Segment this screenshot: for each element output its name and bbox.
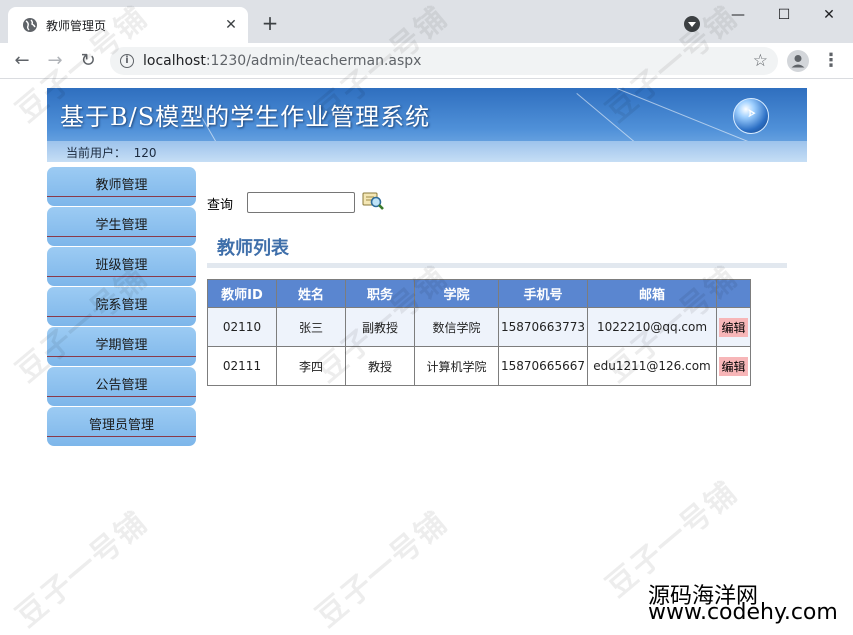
minimize-button[interactable]: — [715, 0, 761, 32]
table-header-row: 教师ID 姓名 职务 学院 手机号 邮箱 [207, 279, 751, 308]
sidebar-item-label: 院系管理 [95, 298, 148, 313]
column-header-email: 邮箱 [587, 279, 717, 308]
column-header-action [716, 279, 751, 308]
forward-arrow-icon[interactable]: → [43, 49, 67, 73]
sidebar-item-admins[interactable]: 管理员管理 [47, 407, 196, 446]
column-header-title: 职务 [345, 279, 415, 308]
edit-link[interactable]: 编辑 [719, 317, 748, 337]
sidebar-item-label: 教师管理 [95, 178, 148, 193]
back-arrow-icon[interactable]: ← [10, 49, 34, 73]
banner-status-strip [47, 141, 807, 162]
browser-tab[interactable]: 教师管理页 ✕ [8, 7, 248, 43]
tab-title: 教师管理页 [46, 19, 107, 33]
cell-college: 计算机学院 [414, 346, 499, 386]
sidebar-item-label: 学生管理 [95, 218, 148, 233]
current-user-label: 当前用户： [66, 146, 127, 160]
cell-id: 02111 [207, 346, 277, 386]
new-tab-button[interactable]: + [258, 12, 282, 36]
cell-id: 02110 [207, 307, 277, 347]
current-user-value: 120 [133, 146, 157, 160]
cell-name: 张三 [276, 307, 346, 347]
cell-phone: 15870663773 [498, 307, 588, 347]
table-row: 02111 李四 教授 计算机学院 15870665667 edu1211@12… [207, 346, 751, 386]
sidebar-nav: 教师管理 学生管理 班级管理 院系管理 学期管理 公告管理 管理员管理 [47, 167, 196, 447]
column-header-name: 姓名 [276, 279, 346, 308]
browser-toolbar: ← → ↻ i localhost:1230/admin/teacherman.… [0, 43, 853, 79]
profile-avatar-icon[interactable] [787, 50, 809, 72]
url-host: localhost [143, 53, 206, 69]
sidebar-item-students[interactable]: 学生管理 [47, 207, 196, 246]
title-divider [207, 263, 787, 268]
more-menu-icon[interactable]: ⋮ [822, 51, 840, 71]
cell-title: 教授 [345, 346, 415, 386]
sidebar-item-label: 管理员管理 [88, 418, 154, 433]
table-row: 02110 张三 副教授 数信学院 15870663773 1022210@qq… [207, 307, 751, 347]
sidebar-item-departments[interactable]: 院系管理 [47, 287, 196, 326]
watermark-stamp: 豆子一号铺 [309, 504, 455, 635]
address-bar[interactable]: i localhost:1230/admin/teacherman.aspx ☆ [110, 47, 778, 75]
watermark-site-url: www.codehy.com [648, 600, 838, 625]
cell-phone: 15870665667 [498, 346, 588, 386]
reload-icon[interactable]: ↻ [76, 49, 100, 73]
globe-icon [23, 18, 37, 32]
site-banner: 基于B/S模型的学生作业管理系统 当前用户： 120 ᗌ [47, 88, 807, 162]
cell-name: 李四 [276, 346, 346, 386]
sidebar-item-announcements[interactable]: 公告管理 [47, 367, 196, 406]
teacher-table: 教师ID 姓名 职务 学院 手机号 邮箱 02110 张三 副教授 数信学院 1… [207, 279, 751, 386]
list-title: 教师列表 [217, 238, 289, 259]
maximize-button[interactable]: ☐ [761, 0, 807, 32]
sidebar-item-label: 学期管理 [95, 338, 148, 353]
site-title: 基于B/S模型的学生作业管理系统 [60, 103, 431, 131]
url-path: :1230/admin/teacherman.aspx [205, 53, 422, 69]
sidebar-item-label: 班级管理 [95, 258, 148, 273]
bookmark-star-icon[interactable]: ☆ [753, 51, 768, 71]
column-header-college: 学院 [414, 279, 499, 308]
cell-email: edu1211@126.com [587, 346, 717, 386]
sidebar-item-label: 公告管理 [95, 378, 148, 393]
close-window-button[interactable]: ✕ [806, 0, 852, 32]
search-icon[interactable] [361, 190, 385, 212]
current-user: 当前用户： 120 [66, 144, 157, 161]
cell-title: 副教授 [345, 307, 415, 347]
column-header-phone: 手机号 [498, 279, 588, 308]
info-icon[interactable]: i [120, 54, 134, 68]
search-label: 查询 [207, 198, 234, 213]
cell-action: 编辑 [716, 307, 751, 347]
tab-search-icon[interactable] [684, 16, 700, 32]
column-header-id: 教师ID [207, 279, 277, 308]
sidebar-item-teachers[interactable]: 教师管理 [47, 167, 196, 206]
edit-link[interactable]: 编辑 [719, 356, 748, 376]
close-tab-icon[interactable]: ✕ [222, 16, 240, 34]
search-input[interactable] [247, 192, 355, 213]
logo-orb-icon: ᗌ [733, 98, 769, 134]
browser-tabstrip: 教师管理页 ✕ + — ☐ ✕ [0, 0, 853, 43]
cell-email: 1022210@qq.com [587, 307, 717, 347]
sidebar-item-terms[interactable]: 学期管理 [47, 327, 196, 366]
watermark-stamp: 豆子一号铺 [9, 504, 155, 635]
cell-action: 编辑 [716, 346, 751, 386]
cell-college: 数信学院 [414, 307, 499, 347]
url-text[interactable]: localhost:1230/admin/teacherman.aspx [143, 53, 421, 69]
sidebar-item-classes[interactable]: 班级管理 [47, 247, 196, 286]
